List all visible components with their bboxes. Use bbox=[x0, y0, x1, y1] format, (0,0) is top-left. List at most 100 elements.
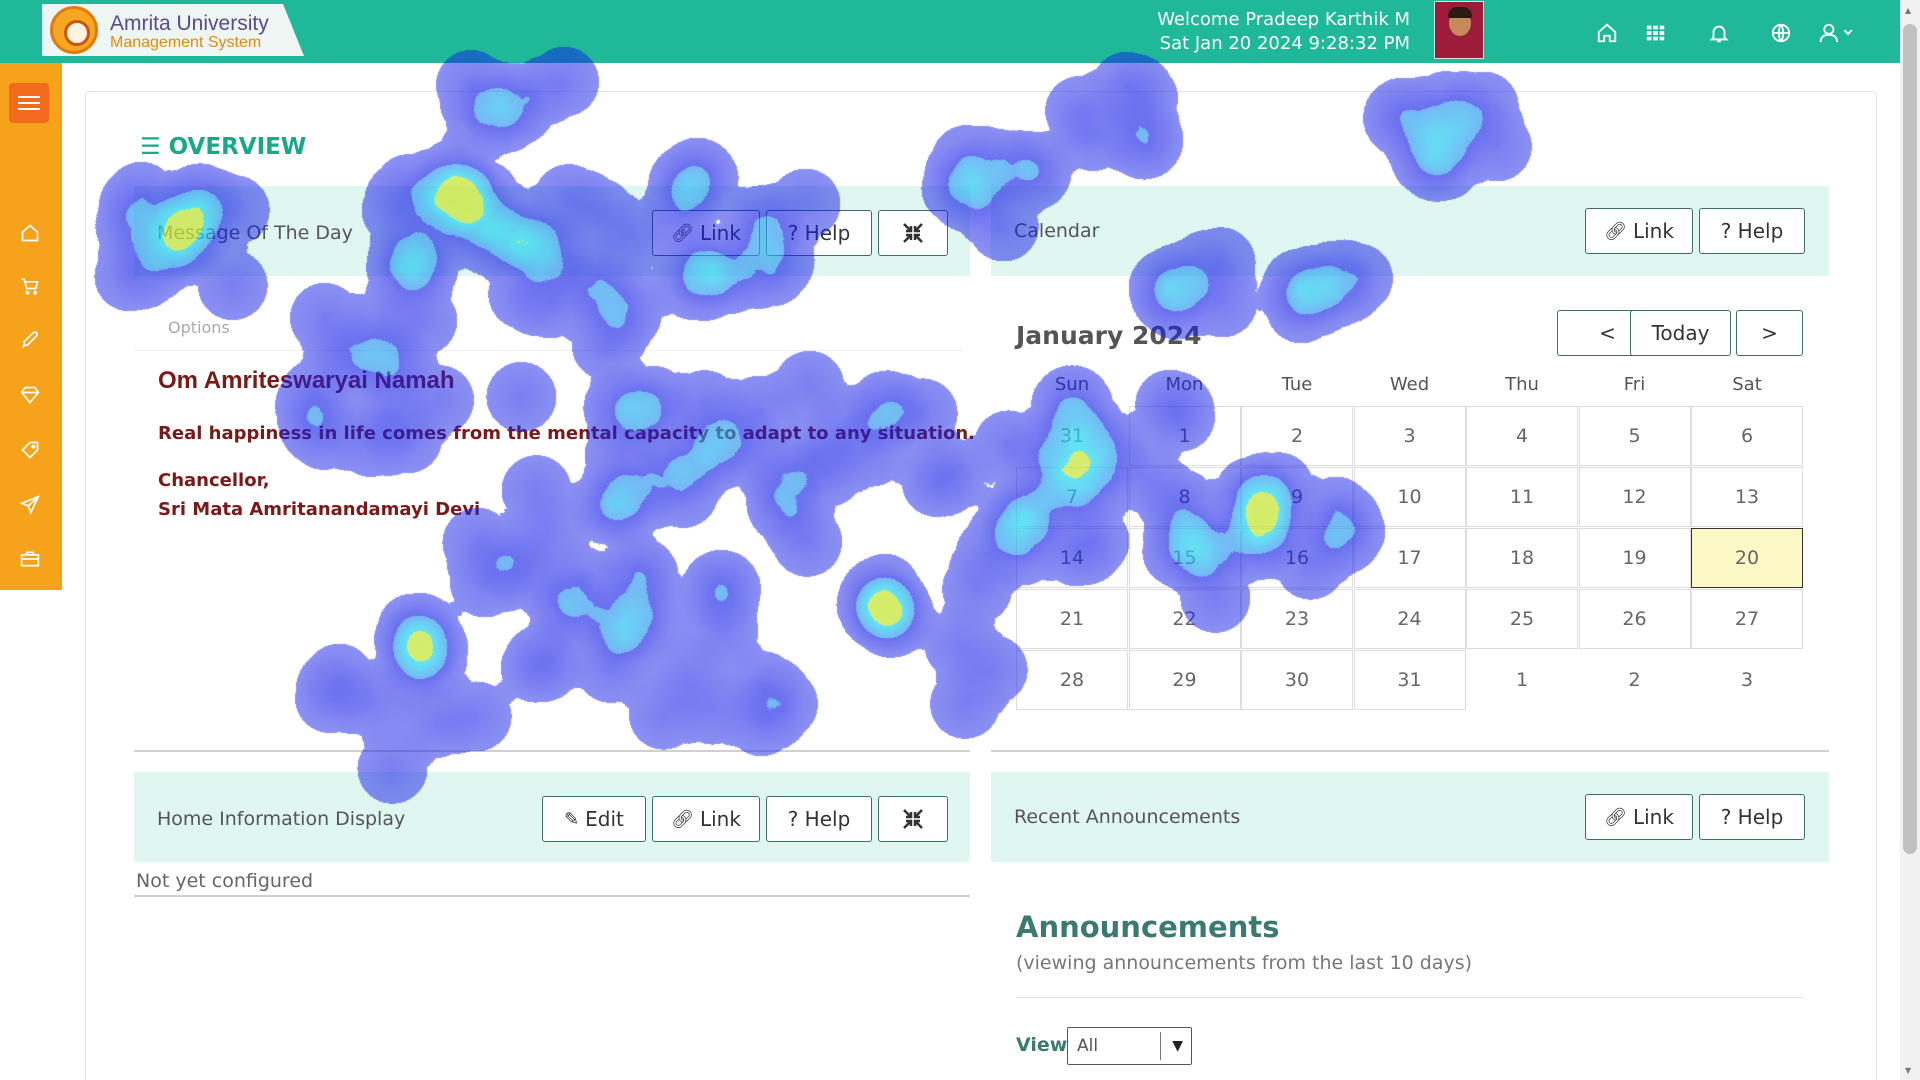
motd-signature-title: Chancellor, bbox=[158, 470, 270, 491]
calendar-weekday-tue: Tue bbox=[1281, 374, 1313, 395]
link-icon: 🔗︎ bbox=[671, 808, 694, 830]
university-logo[interactable]: Amrita University Management System bbox=[42, 4, 304, 56]
calendar-day[interactable]: 7 bbox=[1016, 467, 1128, 527]
calendar-day[interactable]: 23 bbox=[1241, 589, 1353, 649]
calendar-day[interactable]: 16 bbox=[1241, 528, 1353, 588]
calendar-day[interactable]: 3 bbox=[1353, 406, 1466, 466]
left-sidebar bbox=[0, 63, 62, 590]
link-icon: 🔗︎ bbox=[1604, 806, 1627, 828]
diamond-icon[interactable] bbox=[15, 385, 45, 410]
home-info-link-button[interactable]: 🔗︎ Link bbox=[652, 796, 760, 842]
calendar-day[interactable]: 10 bbox=[1353, 467, 1466, 527]
calendar-day[interactable]: 8 bbox=[1128, 467, 1241, 527]
calendar-day[interactable]: 19 bbox=[1578, 528, 1691, 588]
scroll-up-icon[interactable]: ▲ bbox=[1905, 6, 1911, 15]
bell-icon[interactable] bbox=[1708, 22, 1730, 47]
user-menu-icon[interactable] bbox=[1818, 22, 1858, 47]
collapse-icon[interactable] bbox=[878, 210, 948, 256]
page-title-text: OVERVIEW bbox=[168, 134, 307, 160]
calendar-day[interactable]: 27 bbox=[1691, 589, 1803, 649]
motd-link-label: Link bbox=[699, 221, 741, 245]
calendar-day[interactable]: 6 bbox=[1691, 406, 1803, 466]
calendar-day[interactable]: 11 bbox=[1466, 467, 1578, 527]
vertical-scrollbar[interactable]: ▲ ▼ bbox=[1900, 0, 1920, 1080]
motd-help-button[interactable]: ? Help bbox=[766, 210, 872, 256]
calendar-day-today[interactable]: 20 bbox=[1691, 528, 1803, 588]
motd-heading: Om Amriteswaryai Namah bbox=[158, 367, 455, 394]
calendar-day[interactable]: 17 bbox=[1353, 528, 1466, 588]
calendar-help-button[interactable]: ? Help bbox=[1699, 208, 1805, 254]
motd-options-link[interactable]: Options bbox=[168, 318, 230, 337]
announcements-panel-header: Recent Announcements 🔗︎ Link ? Help bbox=[991, 772, 1829, 862]
calendar-weekday-fri: Fri bbox=[1623, 374, 1646, 395]
announcements-heading: Announcements bbox=[1016, 910, 1280, 944]
home-info-body: Not yet configured bbox=[136, 870, 314, 892]
calendar-day[interactable]: 2 bbox=[1579, 650, 1691, 710]
announcements-view-select[interactable]: All ▼ bbox=[1067, 1027, 1192, 1065]
calendar-day[interactable]: 1 bbox=[1128, 406, 1241, 466]
home-info-panel-header: Home Information Display ✎ Edit 🔗︎ Link ? … bbox=[134, 772, 970, 862]
calendar-today-button[interactable]: Today bbox=[1630, 310, 1731, 356]
calendar-day[interactable]: 1 bbox=[1466, 650, 1578, 710]
announcements-help-button[interactable]: ? Help bbox=[1699, 794, 1805, 840]
calendar-day[interactable]: 31 bbox=[1016, 406, 1128, 466]
calendar-day[interactable]: 28 bbox=[1016, 650, 1128, 710]
calendar-weekday-mon: Mon bbox=[1165, 374, 1204, 395]
scroll-down-icon[interactable]: ▼ bbox=[1905, 1066, 1911, 1075]
cart-icon[interactable] bbox=[15, 276, 45, 301]
calendar-day[interactable]: 4 bbox=[1466, 406, 1578, 466]
home-icon[interactable] bbox=[1596, 22, 1618, 47]
home-info-edit-button[interactable]: ✎ Edit bbox=[542, 796, 646, 842]
rocket-icon[interactable] bbox=[15, 330, 45, 355]
apps-grid-icon[interactable] bbox=[1645, 22, 1667, 47]
home-info-help-label: ? Help bbox=[787, 807, 851, 831]
calendar-day[interactable]: 22 bbox=[1128, 589, 1241, 649]
calendar-day[interactable]: 12 bbox=[1578, 467, 1691, 527]
current-datetime: Sat Jan 20 2024 9:28:32 PM bbox=[1159, 33, 1410, 54]
collapse-icon[interactable] bbox=[878, 796, 948, 842]
globe-icon[interactable] bbox=[1770, 22, 1792, 47]
calendar-day[interactable]: 5 bbox=[1578, 406, 1691, 466]
calendar-day[interactable]: 24 bbox=[1353, 589, 1466, 649]
calendar-day[interactable]: 18 bbox=[1466, 528, 1578, 588]
calendar-link-button[interactable]: 🔗︎ Link bbox=[1585, 208, 1693, 254]
motd-divider bbox=[134, 350, 964, 351]
tag-icon[interactable] bbox=[15, 440, 45, 465]
calendar-day[interactable]: 21 bbox=[1016, 589, 1128, 649]
calendar-day[interactable]: 2 bbox=[1241, 406, 1353, 466]
welcome-text: Welcome Pradeep Karthik M bbox=[1157, 9, 1410, 30]
calendar-day[interactable]: 9 bbox=[1241, 467, 1353, 527]
motd-link-button[interactable]: 🔗︎ Link bbox=[652, 210, 760, 256]
calendar-next-button[interactable]: > bbox=[1736, 310, 1803, 356]
calendar-day[interactable]: 29 bbox=[1128, 650, 1241, 710]
calendar-day[interactable]: 14 bbox=[1016, 528, 1128, 588]
home-info-panel-title: Home Information Display bbox=[157, 808, 406, 830]
announcements-panel-title: Recent Announcements bbox=[1014, 806, 1241, 828]
calendar-panel-title: Calendar bbox=[1014, 220, 1100, 242]
calendar-day[interactable]: 15 bbox=[1128, 528, 1241, 588]
welcome-block: Welcome Pradeep Karthik M Sat Jan 20 202… bbox=[1157, 8, 1410, 56]
calendar-panel-header: Calendar 🔗︎ Link ? Help bbox=[991, 186, 1829, 276]
caret-down-icon: ▼ bbox=[1172, 1038, 1183, 1054]
calendar-weekday-thu: Thu bbox=[1505, 374, 1539, 395]
calendar-day[interactable]: 30 bbox=[1241, 650, 1353, 710]
calendar-day[interactable]: 26 bbox=[1578, 589, 1691, 649]
calendar-day[interactable]: 3 bbox=[1691, 650, 1803, 710]
motd-help-label: ? Help bbox=[787, 221, 851, 245]
link-icon: 🔗︎ bbox=[671, 222, 694, 244]
motd-panel-header: Message Of The Day 🔗︎ Link ? Help bbox=[134, 186, 970, 276]
calendar-day[interactable]: 13 bbox=[1691, 467, 1803, 527]
calendar-day[interactable]: 25 bbox=[1466, 589, 1578, 649]
menu-toggle-icon[interactable] bbox=[9, 83, 49, 123]
scrollbar-thumb[interactable] bbox=[1903, 24, 1917, 854]
calendar-day[interactable]: 31 bbox=[1353, 650, 1466, 710]
home-info-help-button[interactable]: ? Help bbox=[766, 796, 872, 842]
profile-photo[interactable] bbox=[1434, 1, 1484, 59]
home-icon[interactable] bbox=[15, 223, 45, 248]
motd-quote: Real happiness in life comes from the me… bbox=[158, 423, 976, 444]
calendar-weekday-sat: Sat bbox=[1732, 374, 1762, 395]
paper-plane-icon[interactable] bbox=[15, 495, 45, 520]
announcements-link-button[interactable]: 🔗︎ Link bbox=[1585, 794, 1693, 840]
briefcase-icon[interactable] bbox=[15, 549, 45, 574]
calendar-help-label: ? Help bbox=[1720, 219, 1784, 243]
